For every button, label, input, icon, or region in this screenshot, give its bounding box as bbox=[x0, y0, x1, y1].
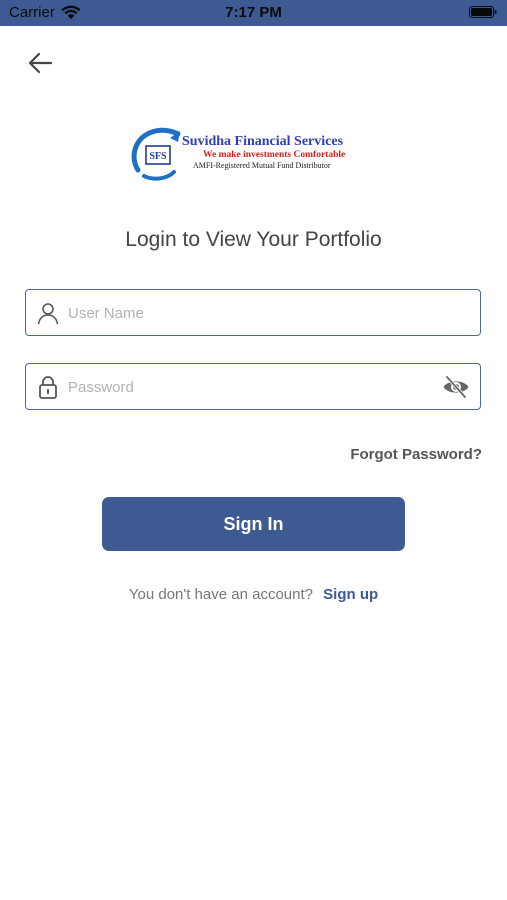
page-title: Login to View Your Portfolio bbox=[125, 228, 382, 251]
password-field[interactable] bbox=[25, 363, 481, 410]
password-input[interactable] bbox=[68, 372, 428, 402]
logo-badge-text: SFS bbox=[149, 151, 167, 162]
signup-prompt: You don't have an account? Sign up bbox=[0, 586, 507, 603]
username-input[interactable] bbox=[68, 298, 428, 328]
sign-in-button[interactable]: Sign In bbox=[102, 497, 405, 551]
logo-emblem: SFS bbox=[131, 127, 181, 181]
status-time: 7:17 PM bbox=[225, 4, 282, 21]
forgot-password-link[interactable]: Forgot Password? bbox=[350, 446, 482, 463]
eye-slash-icon[interactable] bbox=[442, 374, 470, 400]
logo-tagline: We make investments Comfortable bbox=[203, 150, 346, 160]
arrow-left-icon[interactable] bbox=[26, 48, 56, 78]
no-account-text: You don't have an account? bbox=[128, 586, 313, 603]
user-icon bbox=[37, 303, 59, 325]
battery-icon bbox=[469, 6, 497, 18]
logo-subtitle: AMFI-Registered Mutual Fund Distributor bbox=[193, 161, 331, 170]
logo-company-name: Suvidha Financial Services bbox=[182, 134, 344, 149]
lock-icon bbox=[39, 376, 57, 399]
username-field[interactable] bbox=[25, 289, 481, 336]
status-bar: Carrier 7:17 PM bbox=[0, 0, 507, 26]
sign-up-link[interactable]: Sign up bbox=[323, 586, 378, 603]
